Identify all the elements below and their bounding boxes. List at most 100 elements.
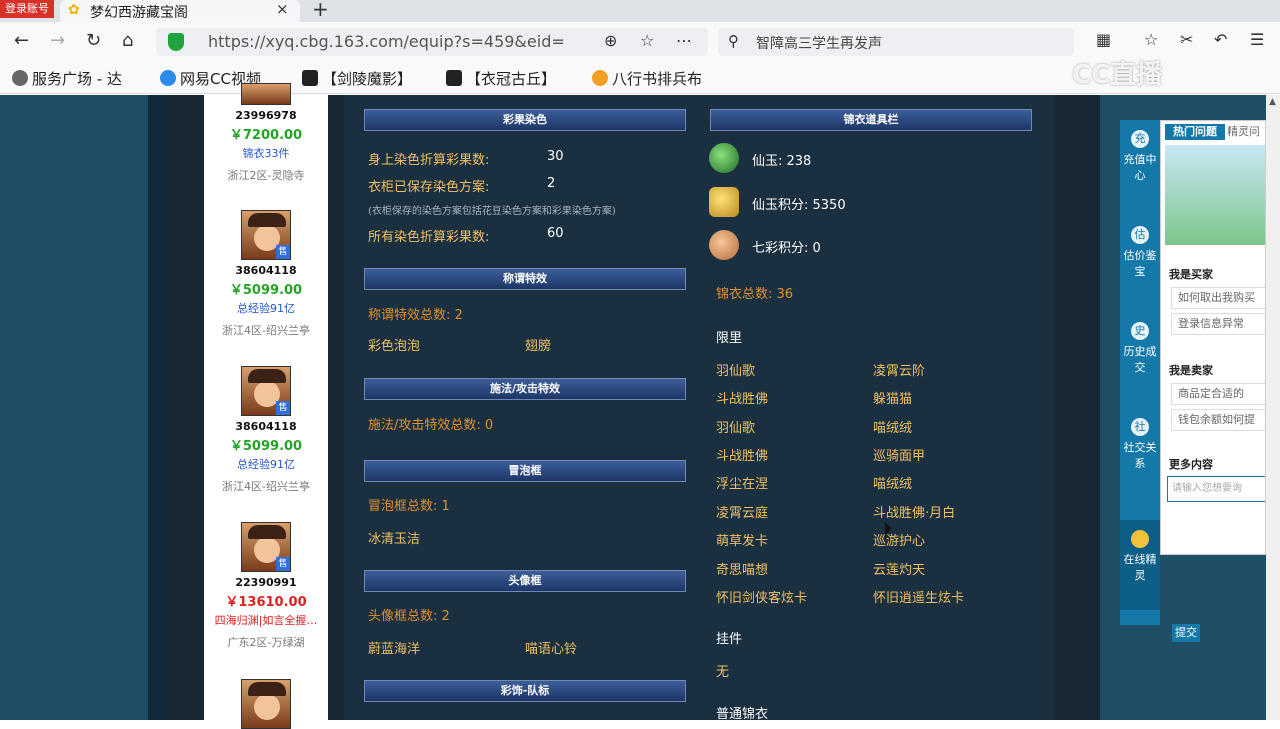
login-badge[interactable]: 登录账号: [0, 0, 54, 18]
jinyi-panel: 锦衣道具栏 仙玉: 238 仙玉积分: 5350 七彩积分: 0 锦衣总数: 3…: [699, 95, 1055, 722]
favorites-icon[interactable]: ☆: [1144, 30, 1158, 49]
page-scrollbar[interactable]: ▲: [1266, 95, 1280, 720]
listing-price: ￥7200.00: [229, 128, 303, 143]
new-tab-button[interactable]: +: [312, 0, 329, 21]
character-avatar[interactable]: [241, 679, 291, 729]
submit-button[interactable]: 提交: [1172, 624, 1200, 642]
forward-icon[interactable]: →: [50, 30, 65, 51]
faq-item[interactable]: 商品定合适的: [1171, 383, 1265, 405]
sell-tag: 售: [276, 401, 290, 415]
qicai-icon: [709, 230, 739, 260]
listing-sub: 四海归渊|如言全握…: [214, 614, 318, 627]
xianyu-points-text: 仙玉积分: 5350: [752, 198, 846, 213]
recharge-center-button[interactable]: 充 充值中心: [1120, 120, 1160, 210]
jinyi-item[interactable]: 羽仙歌: [716, 360, 755, 379]
more-icon[interactable]: ⋯: [676, 31, 692, 50]
jinyi-item[interactable]: 萌草发卡: [716, 530, 768, 549]
list-item[interactable]: 售 38604118 ￥5099.00 总经验91亿 浙江4区-绍兴兰亭: [204, 366, 328, 494]
social-icon: 社: [1131, 418, 1149, 436]
avatar-frame-header: 头像框: [364, 570, 686, 592]
jinyi-item[interactable]: 怀旧逍遥生炫卡: [873, 587, 964, 606]
pendant-value: 无: [716, 665, 730, 680]
character-avatar[interactable]: [241, 83, 291, 105]
character-avatar[interactable]: 售: [241, 522, 291, 572]
appraisal-button[interactable]: 估 估价鉴宝: [1120, 216, 1160, 306]
faq-item[interactable]: 如何取出我购买: [1171, 287, 1265, 309]
back-icon[interactable]: ←: [14, 30, 29, 51]
character-avatar[interactable]: 售: [241, 210, 291, 260]
reload-icon[interactable]: ↻: [86, 30, 101, 51]
jinyi-item[interactable]: 喵绒绒: [873, 473, 912, 492]
jinyi-item[interactable]: 凌霄云阶: [873, 360, 925, 379]
undo-icon[interactable]: ↶: [1214, 30, 1227, 49]
jinyi-item[interactable]: 奇思喵想: [716, 559, 768, 578]
star-icon[interactable]: ☆: [640, 31, 654, 50]
faq-item[interactable]: 钱包余额如何提: [1171, 409, 1265, 431]
social-button[interactable]: 社 社交关系: [1120, 408, 1160, 498]
sprite-avatar-icon: [1131, 530, 1149, 548]
zoom-icon[interactable]: ⊕: [604, 31, 617, 50]
jinyi-item[interactable]: 斗战胜佛: [716, 388, 768, 407]
jinyi-item[interactable]: 斗战胜佛·月白: [873, 502, 955, 521]
address-bar[interactable]: https://xyq.cbg.163.com/equip?s=459&eid=…: [156, 28, 708, 56]
tab-hot-questions[interactable]: 热门问题: [1165, 124, 1225, 140]
bookmark-5[interactable]: 八行书排兵布: [592, 68, 702, 89]
tab-sprite-questions[interactable]: 精灵问: [1227, 124, 1265, 140]
character-avatar[interactable]: 售: [241, 366, 291, 416]
bookmark-4[interactable]: 【衣冠古丘】: [446, 68, 556, 89]
bubble-item[interactable]: 冰清玉洁: [368, 528, 420, 547]
bookmark-1[interactable]: 服务广场 - 达: [12, 68, 122, 89]
jinyi-item[interactable]: 斗战胜佛: [716, 445, 768, 464]
normal-jinyi-label: 普通锦衣: [716, 707, 769, 722]
search-input[interactable]: 智障高三学生再发声: [756, 33, 882, 53]
menu-icon[interactable]: ☰: [1250, 30, 1264, 49]
jinyi-item[interactable]: 喵绒绒: [873, 417, 912, 436]
bookmark-label: 【剑陵魔影】: [322, 70, 413, 88]
sidebar-label: 估价鉴宝: [1123, 249, 1157, 278]
title-effect-item[interactable]: 彩色泡泡: [368, 335, 420, 354]
jinyi-item[interactable]: 躲猫猫: [873, 388, 912, 407]
bubble-header: 冒泡框: [364, 460, 686, 482]
jinyi-item[interactable]: 凌霄云庭: [716, 502, 768, 521]
close-tab-icon[interactable]: ×: [276, 0, 289, 18]
listing-price: ￥5099.00: [229, 439, 303, 454]
title-effect-item[interactable]: 翅膀: [525, 335, 551, 354]
home-icon[interactable]: ⌂: [122, 30, 133, 51]
watermark: CC直播: [1072, 60, 1163, 90]
jinyi-item[interactable]: 羽仙歌: [716, 417, 755, 436]
qicai-points-text: 七彩积分: 0: [752, 241, 821, 256]
scissors-icon[interactable]: ✂: [1180, 30, 1193, 49]
jinyi-item[interactable]: 巡骑面甲: [873, 445, 925, 464]
help-banner-image[interactable]: [1165, 145, 1265, 245]
history-button[interactable]: 史 历史成交: [1120, 312, 1160, 402]
jinyi-item[interactable]: 巡游护心: [873, 530, 925, 549]
title-effect-header: 称谓特效: [364, 268, 686, 290]
question-input[interactable]: 请输入您想要询: [1167, 476, 1265, 502]
jinyi-header: 锦衣道具栏: [710, 109, 1032, 131]
avatar-frame-item[interactable]: 喵语心铃: [525, 638, 577, 657]
online-sprite-button[interactable]: 在线精灵: [1120, 520, 1160, 610]
bubble-total: 冒泡框总数: 1: [368, 499, 450, 514]
list-item[interactable]: 23996978 ￥7200.00 锦衣33件 浙江2区-灵隐寺: [204, 83, 328, 183]
list-item[interactable]: [204, 679, 328, 729]
jinyi-item[interactable]: 云莲灼天: [873, 559, 925, 578]
apps-icon[interactable]: ▦: [1096, 30, 1111, 49]
more-heading: 更多内容: [1169, 458, 1213, 471]
url-text[interactable]: https://xyq.cbg.163.com/equip?s=459&eid=: [208, 32, 565, 51]
avatar-frame-item[interactable]: 蔚蓝海洋: [368, 638, 420, 657]
list-item[interactable]: 售 38604118 ￥5099.00 总经验91亿 浙江4区-绍兴兰亭: [204, 210, 328, 338]
jinyi-item[interactable]: 怀旧剑侠客炫卡: [716, 587, 807, 606]
browser-tab[interactable]: ✿ 梦幻西游藏宝阁 ×: [60, 0, 300, 22]
search-box[interactable]: ⚲ 智障高三学生再发声: [718, 28, 1074, 56]
faq-item[interactable]: 登录信息异常: [1171, 313, 1265, 335]
help-window: 热门问题 精灵问 我是买家 如何取出我购买 登录信息异常 我是卖家 商品定合适的…: [1160, 120, 1266, 555]
listing-price: ￥5099.00: [229, 283, 303, 298]
avatar-hair: [248, 525, 286, 539]
jinyi-item[interactable]: 浮尘在涅: [716, 473, 768, 492]
scroll-up-icon[interactable]: ▲: [1269, 97, 1276, 107]
avatar-hair: [248, 682, 286, 696]
sell-tag: 售: [276, 557, 290, 571]
list-item[interactable]: 售 22390991 ￥13610.00 四海归渊|如言全握… 广东2区-万绿湖: [204, 522, 328, 650]
globe-icon: [12, 70, 28, 86]
xianyu-icon: [709, 143, 739, 173]
